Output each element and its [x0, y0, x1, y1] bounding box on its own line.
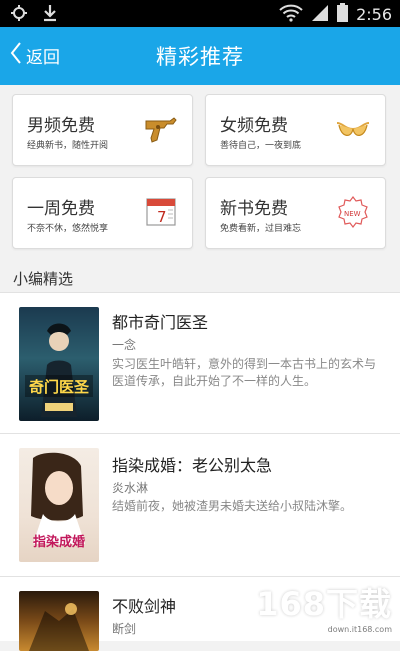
category-subtitle: 经典新书，随性开阅: [27, 141, 109, 151]
gun-icon: [140, 111, 180, 147]
category-week-free[interactable]: 一周免费 不奈不休，悠然悦享 7: [12, 177, 193, 249]
category-subtitle: 善待自己，一夜到底: [220, 141, 302, 151]
book-author: 一念: [112, 338, 137, 352]
book-cover: 奇门医圣: [19, 307, 99, 421]
category-female-free[interactable]: 女频免费 善待自己，一夜到底: [205, 94, 386, 166]
status-bar: 2:56: [0, 0, 400, 27]
category-title: 男频免费: [27, 116, 95, 136]
svg-text:奇门医圣: 奇门医圣: [29, 378, 90, 396]
page-title: 精彩推荐: [156, 45, 244, 69]
category-title: 新书免费: [220, 199, 288, 219]
book-cover: [19, 591, 99, 651]
svg-text:7: 7: [157, 208, 167, 226]
book-author: 炎水淋: [112, 481, 149, 495]
category-subtitle: 免费看新，过目难忘: [220, 224, 302, 234]
lingerie-icon: [333, 111, 373, 147]
app-bar: 返回 精彩推荐: [0, 27, 400, 85]
battery-icon: [337, 3, 349, 26]
category-subtitle: 不奈不休，悠然悦享: [27, 224, 109, 234]
book-description: 实习医生叶皓轩，意外的得到一本古书上的玄术与医道传承，自此开始了不一样的人生。: [112, 357, 377, 388]
list-item[interactable]: 指染成婚 指染成婚：老公别太急 炎水淋 结婚前夜，她被渣男未婚夫送给小叔陆沐擎。: [0, 433, 400, 576]
download-icon: [42, 4, 58, 26]
category-title: 一周免费: [27, 199, 95, 219]
calendar-icon: 7: [140, 194, 180, 230]
category-male-free[interactable]: 男频免费 经典新书，随性开阅: [12, 94, 193, 166]
category-new-free[interactable]: 新书免费 免费看新，过目难忘 NEW: [205, 177, 386, 249]
svg-text:NEW: NEW: [344, 210, 361, 218]
new-badge-icon: NEW: [333, 194, 373, 230]
book-cover: 指染成婚: [19, 448, 99, 562]
category-title: 女频免费: [220, 116, 288, 136]
signal-icon: [311, 4, 329, 26]
book-author: 断剑: [112, 622, 137, 636]
section-title: 小编精选: [13, 270, 74, 288]
list-item[interactable]: 奇门医圣 都市奇门医圣 一念 实习医生叶皓轩，意外的得到一本古书上的玄术与医道传…: [0, 292, 400, 433]
watermark: 168下载 down.it168.com: [256, 579, 392, 634]
book-description: 结婚前夜，她被渣男未婚夫送给小叔陆沐擎。: [112, 499, 353, 513]
clock: 2:56: [356, 5, 392, 24]
settings-icon: [10, 4, 28, 26]
svg-text:指染成婚: 指染成婚: [33, 534, 85, 550]
book-title: 不败剑神: [112, 597, 177, 616]
book-title: 指染成婚：老公别太急: [112, 456, 273, 475]
book-title: 都市奇门医圣: [112, 313, 209, 332]
watermark-logo: 168下载: [256, 585, 392, 623]
watermark-url: down.it168.com: [327, 625, 392, 634]
wifi-icon: [279, 4, 303, 26]
